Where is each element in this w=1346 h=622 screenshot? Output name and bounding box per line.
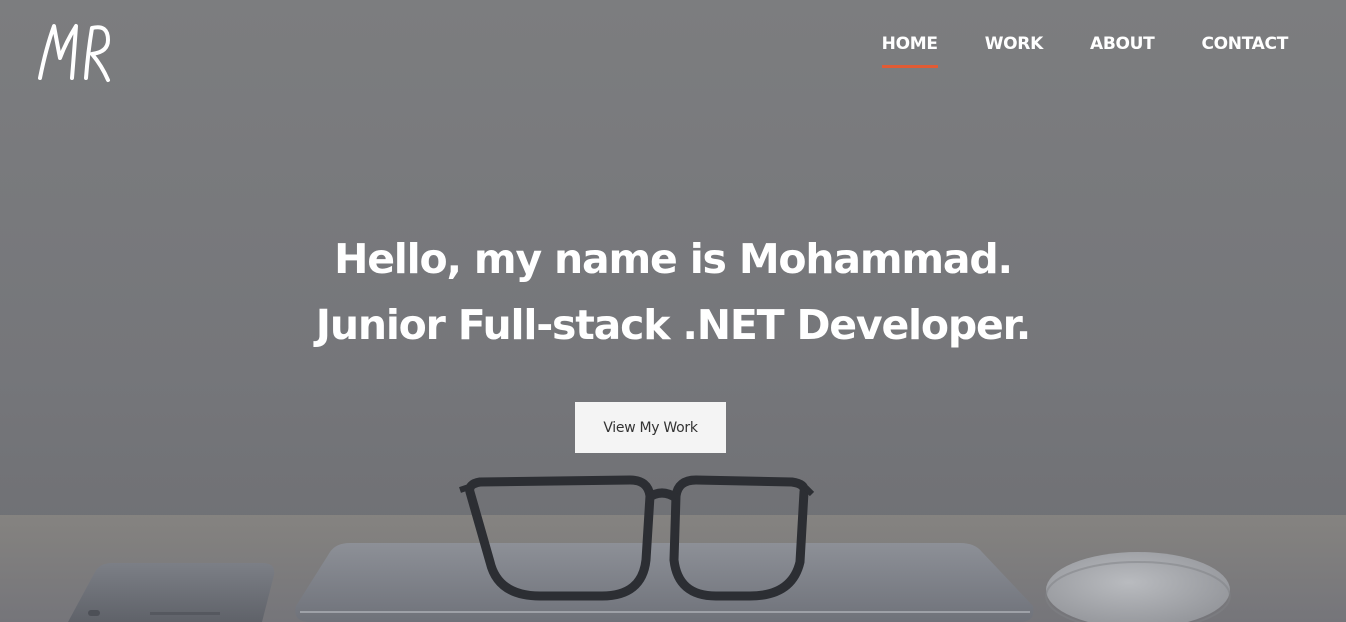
nav-home[interactable]: HOME (881, 34, 938, 68)
nav-about[interactable]: ABOUT (1090, 34, 1155, 68)
hero-section: MR HOME WORK ABOUT CONTACT Hello, my nam… (0, 0, 1346, 622)
nav-work[interactable]: WORK (985, 34, 1044, 68)
nav-contact[interactable]: CONTACT (1201, 34, 1288, 68)
logo-text: MR (36, 18, 38, 19)
view-my-work-button[interactable]: View My Work (575, 402, 726, 453)
main-nav: HOME WORK ABOUT CONTACT (835, 34, 1288, 68)
hero-greeting: Hello, my name is Mohammad. (334, 235, 1013, 283)
mr-logo-icon[interactable]: MR (36, 18, 116, 88)
hero-title: Junior Full-stack .NET Developer. (315, 301, 1032, 349)
hero-headline: Hello, my name is Mohammad. Junior Full-… (0, 226, 1346, 358)
